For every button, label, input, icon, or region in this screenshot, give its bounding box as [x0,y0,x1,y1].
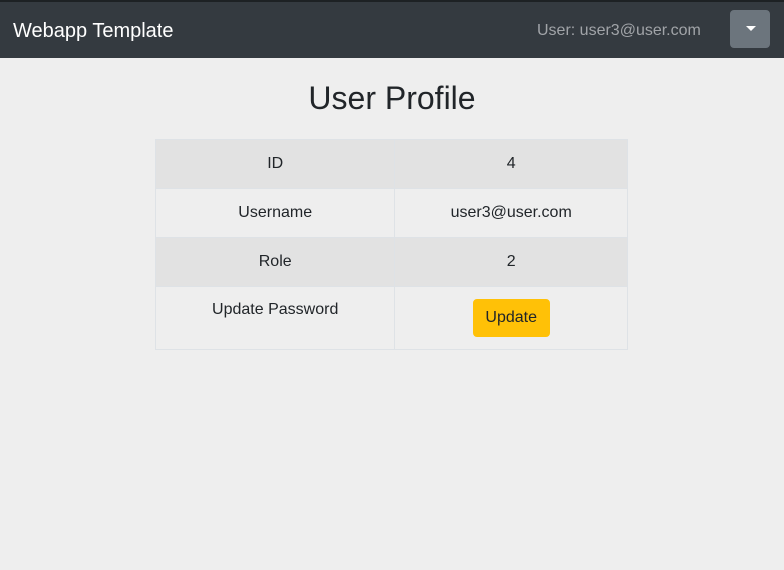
table-row-username: Username user3@user.com [154,188,628,238]
table-row-id: ID 4 [154,139,628,189]
current-user-label: User: user3@user.com [537,22,701,39]
row-value-role: 2 [394,237,628,287]
row-label-id: ID [154,139,396,189]
row-value-id: 4 [394,139,628,189]
table-row-update-password: Update Password Update [154,286,628,350]
row-label-role: Role [154,237,396,287]
brand-title[interactable]: Webapp Template [13,19,173,43]
row-label-update-password: Update Password [154,286,396,350]
user-menu-dropdown-button[interactable] [730,10,770,48]
caret-down-icon [746,26,756,31]
row-value-update-password: Update [394,286,628,350]
row-value-username: user3@user.com [394,188,628,238]
row-label-username: Username [154,188,396,238]
update-password-button[interactable]: Update [472,299,550,337]
top-navbar: Webapp Template User: user3@user.com [0,0,784,58]
page-title: User Profile [308,80,476,116]
table-row-role: Role 2 [154,237,628,287]
user-profile-table: ID 4 Username user3@user.com Role 2 Upda… [154,139,628,350]
